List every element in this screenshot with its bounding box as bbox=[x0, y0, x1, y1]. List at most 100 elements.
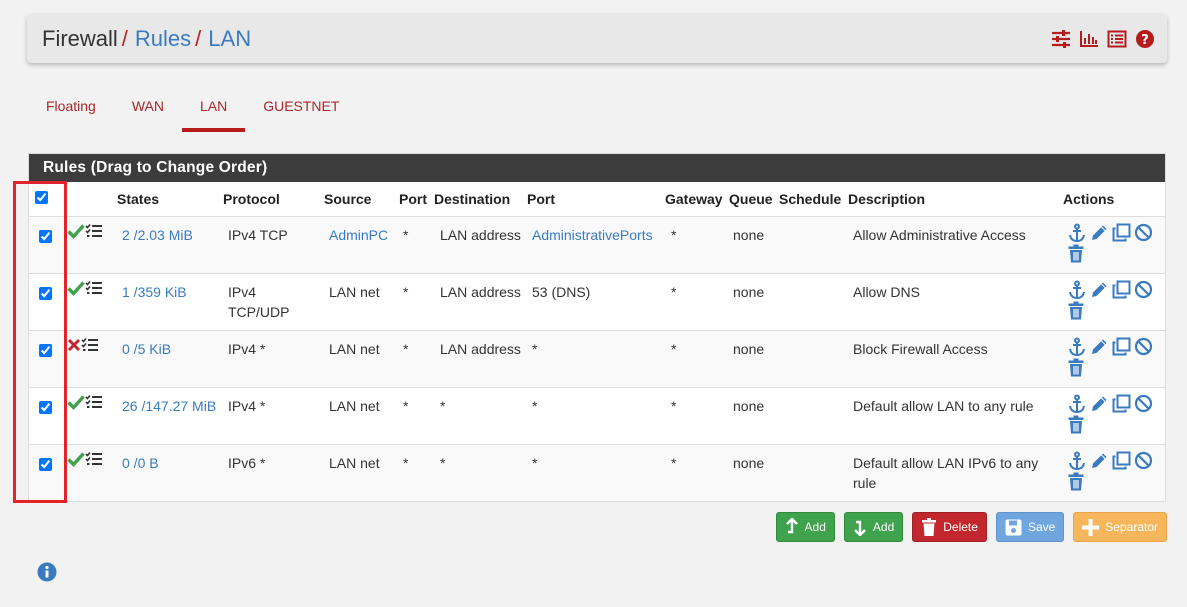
source-port-column-header: Port bbox=[399, 190, 427, 207]
rule-destination-port: * bbox=[532, 397, 538, 414]
rule-description: Default allow LAN to any rule bbox=[853, 397, 1034, 414]
add-rule-top-button[interactable]: Add bbox=[775, 512, 835, 542]
rule-destination-port: * bbox=[532, 340, 538, 357]
save-button[interactable]: Save bbox=[995, 512, 1065, 542]
rule-destination: LAN address bbox=[440, 226, 521, 243]
rule-source: LAN net bbox=[329, 454, 380, 471]
rule-destination-port: * bbox=[532, 454, 538, 471]
disable-icon[interactable] bbox=[1134, 280, 1153, 299]
anchor-icon[interactable] bbox=[1067, 223, 1087, 243]
pass-check-icon bbox=[67, 451, 85, 467]
help-icon[interactable]: ? bbox=[1135, 29, 1155, 49]
rule-source-port: * bbox=[403, 283, 409, 300]
edit-pencil-icon[interactable] bbox=[1090, 337, 1109, 356]
anchor-icon[interactable] bbox=[1067, 394, 1087, 414]
rule-select-checkbox[interactable] bbox=[39, 400, 52, 414]
rule-states-link[interactable]: 0 /0 B bbox=[122, 455, 159, 471]
rule-source: LAN net bbox=[329, 397, 380, 414]
edit-pencil-icon[interactable] bbox=[1090, 394, 1109, 413]
delete-button[interactable]: Delete bbox=[912, 512, 987, 542]
protocol-column-header: Protocol bbox=[223, 190, 280, 207]
tab-wan[interactable]: WAN bbox=[114, 86, 182, 132]
tab-lan[interactable]: LAN bbox=[181, 86, 246, 132]
breadcrumb-lan-link[interactable]: LAN bbox=[208, 26, 251, 52]
arrow-down-icon bbox=[854, 520, 866, 536]
rule-select-checkbox[interactable] bbox=[39, 457, 52, 471]
rule-row[interactable]: 0 /0 B IPv6 * LAN net * * * * none Default allow… bbox=[29, 444, 1165, 501]
anchor-icon[interactable] bbox=[1067, 280, 1087, 300]
edit-pencil-icon[interactable] bbox=[1090, 280, 1109, 299]
rule-source: LAN net bbox=[329, 340, 380, 357]
anchor-icon[interactable] bbox=[1067, 337, 1087, 357]
info-icon[interactable] bbox=[37, 562, 57, 585]
rule-select-checkbox[interactable] bbox=[39, 343, 52, 357]
rule-row[interactable]: 0 /5 KiB IPv4 * LAN net * LAN address * * none B… bbox=[29, 330, 1165, 387]
button-bar: Add Add Delete Save Separator bbox=[775, 512, 1167, 542]
edit-pencil-icon[interactable] bbox=[1090, 223, 1109, 242]
disable-icon[interactable] bbox=[1134, 223, 1153, 242]
rule-row[interactable]: 26 /147.27 MiB IPv4 * LAN net * * * * none Defau… bbox=[29, 387, 1165, 444]
anchor-icon[interactable] bbox=[1067, 451, 1087, 471]
breadcrumb-separator: / bbox=[121, 25, 128, 51]
rule-states-link[interactable]: 1 /359 KiB bbox=[122, 284, 187, 300]
rule-row[interactable]: 1 /359 KiB IPv4 TCP/UDP LAN net * LAN addres… bbox=[29, 273, 1165, 330]
arrow-up-icon bbox=[785, 518, 798, 534]
block-x-icon bbox=[67, 338, 81, 351]
disable-icon[interactable] bbox=[1134, 337, 1153, 356]
copy-icon[interactable] bbox=[1112, 451, 1131, 470]
tab-floating[interactable]: Floating bbox=[28, 86, 114, 132]
rule-source: LAN net bbox=[329, 283, 380, 300]
header-icons: ? bbox=[1051, 29, 1155, 49]
description-column-header: Description bbox=[848, 190, 926, 207]
rule-description: Default allow LAN IPv6 to any rule bbox=[853, 454, 1039, 491]
destination-column-header: Destination bbox=[434, 190, 511, 207]
rule-destination: * bbox=[440, 397, 446, 414]
rule-row[interactable]: 2 /2.03 MiB IPv4 TCP AdminPC * LAN address Ad… bbox=[29, 216, 1165, 273]
rule-actions bbox=[1067, 337, 1163, 377]
rule-source[interactable]: AdminPC bbox=[329, 227, 388, 243]
pass-check-icon bbox=[67, 394, 85, 410]
disable-icon[interactable] bbox=[1134, 394, 1153, 413]
copy-icon[interactable] bbox=[1112, 337, 1131, 356]
rule-protocol: IPv4 TCP bbox=[228, 226, 288, 243]
breadcrumb: Firewall / Rules / LAN bbox=[42, 26, 251, 52]
separator-button[interactable]: Separator bbox=[1073, 512, 1167, 542]
pass-check-icon bbox=[67, 280, 85, 296]
tab-bar: Floating WAN LAN GUESTNET bbox=[28, 86, 357, 132]
tab-guestnet[interactable]: GUESTNET bbox=[245, 86, 357, 132]
copy-icon[interactable] bbox=[1112, 394, 1131, 413]
rule-states-link[interactable]: 2 /2.03 MiB bbox=[122, 227, 193, 243]
rule-select-checkbox[interactable] bbox=[39, 229, 52, 243]
rule-description: Allow DNS bbox=[853, 283, 920, 300]
panel-title: Rules (Drag to Change Order) bbox=[29, 154, 1165, 182]
floppy-icon bbox=[1005, 519, 1022, 535]
delete-trash-icon[interactable] bbox=[1067, 244, 1085, 263]
rule-status bbox=[67, 223, 103, 239]
delete-trash-icon[interactable] bbox=[1067, 358, 1085, 377]
pass-check-icon bbox=[67, 223, 85, 239]
select-all-checkbox[interactable] bbox=[35, 190, 48, 204]
chart-icon[interactable] bbox=[1079, 29, 1099, 49]
rule-states-link[interactable]: 26 /147.27 MiB bbox=[122, 398, 216, 414]
rule-gateway: * bbox=[671, 397, 677, 414]
rule-select-checkbox[interactable] bbox=[39, 286, 52, 300]
delete-trash-icon[interactable] bbox=[1067, 472, 1085, 491]
add-rule-bottom-button[interactable]: Add bbox=[843, 512, 904, 542]
copy-icon[interactable] bbox=[1112, 223, 1131, 242]
breadcrumb-rules-link[interactable]: Rules bbox=[135, 26, 191, 52]
delete-trash-icon[interactable] bbox=[1067, 415, 1085, 434]
edit-pencil-icon[interactable] bbox=[1090, 451, 1109, 470]
rule-states-link[interactable]: 0 /5 KiB bbox=[122, 341, 171, 357]
destination-port-column-header: Port bbox=[527, 190, 555, 207]
list-icon[interactable] bbox=[1107, 29, 1127, 49]
disable-icon[interactable] bbox=[1134, 451, 1153, 470]
delete-trash-icon[interactable] bbox=[1067, 301, 1085, 320]
copy-icon[interactable] bbox=[1112, 280, 1131, 299]
table-header-row: States Protocol Source Port Destination … bbox=[29, 182, 1165, 216]
rule-destination-port[interactable]: AdministrativePorts bbox=[532, 227, 653, 243]
trash-icon bbox=[922, 518, 937, 536]
breadcrumb-firewall: Firewall bbox=[42, 25, 118, 51]
rule-gateway: * bbox=[671, 340, 677, 357]
sliders-icon[interactable] bbox=[1051, 29, 1071, 49]
rule-destination: LAN address bbox=[440, 340, 521, 357]
